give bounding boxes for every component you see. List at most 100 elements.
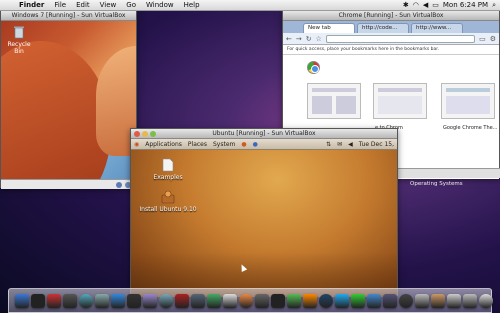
wallpaper-rock xyxy=(1,41,111,189)
reload-icon[interactable]: ↻ xyxy=(306,35,312,43)
photoshop-icon[interactable] xyxy=(319,293,333,308)
document-icon xyxy=(162,158,174,172)
close-icon[interactable] xyxy=(134,131,140,137)
timemachine-icon[interactable] xyxy=(207,293,221,308)
thumbnail-caption[interactable]: Google Chrome The... xyxy=(443,125,498,131)
chrome-tab-strip: New tab http://code... http://www... xyxy=(283,21,499,33)
wifi-icon[interactable]: ◠ xyxy=(413,1,419,9)
bookmark-star-icon[interactable]: ☆ xyxy=(316,35,322,43)
most-visited-thumbnail[interactable] xyxy=(307,83,361,119)
terminal-icon[interactable] xyxy=(271,293,285,308)
status-tray: ✱ ◠ ◀ ▭ Mon 6:24 PM ⌕ xyxy=(403,1,500,10)
menu-applications[interactable]: Applications xyxy=(142,141,185,148)
battery-icon[interactable]: ▭ xyxy=(432,1,439,9)
menu-file[interactable]: File xyxy=(49,1,71,9)
recycle-bin[interactable]: Recycle Bin xyxy=(5,25,33,55)
vlc-icon[interactable] xyxy=(303,293,317,308)
tab-new-tab[interactable]: New tab xyxy=(303,23,355,33)
virtualbox-icon[interactable] xyxy=(383,293,397,308)
ichat-icon[interactable] xyxy=(111,293,125,308)
windows7-title: Windows 7 [Running] - Sun VirtualBox xyxy=(11,12,126,19)
mac-dock xyxy=(8,288,493,313)
network-status-icon[interactable]: ⇅ xyxy=(323,141,334,148)
zoom-icon[interactable] xyxy=(150,131,156,137)
most-visited-thumbnail[interactable] xyxy=(441,83,495,119)
tab-code[interactable]: http://code... xyxy=(357,23,409,33)
spaces-icon[interactable] xyxy=(191,293,205,308)
windows7-title-bar[interactable]: Windows 7 [Running] - Sun VirtualBox xyxy=(1,11,136,21)
volume-status-icon[interactable]: ◀ xyxy=(345,141,356,148)
ubuntu-clock[interactable]: Tue Dec 15, xyxy=(356,141,397,148)
itunes-icon[interactable] xyxy=(159,293,173,308)
menu-system[interactable]: System xyxy=(210,141,238,148)
downloads-icon[interactable] xyxy=(447,293,461,308)
most-visited-thumbnail[interactable] xyxy=(373,83,427,119)
install-ubuntu-desktop-icon[interactable]: Install Ubuntu 9.10 xyxy=(137,190,199,213)
menu-window[interactable]: Window xyxy=(141,1,179,9)
gimp-icon[interactable] xyxy=(255,293,269,308)
installer-icon xyxy=(161,190,175,204)
ubuntu-title-bar[interactable]: Ubuntu [Running] - Sun VirtualBox xyxy=(131,129,397,139)
tab-www[interactable]: http://www... xyxy=(411,23,463,33)
skype-icon[interactable] xyxy=(335,293,349,308)
photos-icon[interactable] xyxy=(431,293,445,308)
network-icon[interactable] xyxy=(367,293,381,308)
lightroom-icon[interactable] xyxy=(127,293,141,308)
windows7-status-bar xyxy=(1,179,136,189)
trash-icon[interactable] xyxy=(479,293,493,308)
activity-icon[interactable] xyxy=(47,293,61,308)
dashboard-icon[interactable] xyxy=(31,293,45,308)
ubuntu-title: Ubuntu [Running] - Sun VirtualBox xyxy=(212,130,316,137)
ubuntu-screen[interactable]: Examples Install Ubuntu 9.10 xyxy=(131,150,397,297)
inspector-icon[interactable] xyxy=(415,293,429,308)
windows7-screen[interactable]: Recycle Bin xyxy=(1,21,136,189)
help-launcher-icon[interactable]: ● xyxy=(250,141,261,148)
menu-help[interactable]: Help xyxy=(179,1,205,9)
bookmarks-bar: For quick access, place your bookmarks h… xyxy=(283,45,499,55)
windows7-vm-window[interactable]: Windows 7 [Running] - Sun VirtualBox Rec… xyxy=(0,10,137,189)
finder-icon[interactable] xyxy=(15,293,29,308)
chat-icon[interactable] xyxy=(351,293,365,308)
chrome-vm-title-bar[interactable]: Chrome [Running] - Sun VirtualBox xyxy=(283,11,499,21)
omnibox[interactable] xyxy=(325,34,476,43)
firefox-icon[interactable] xyxy=(239,293,253,308)
mail-status-icon[interactable]: ✉ xyxy=(334,141,345,148)
clock-icon[interactable] xyxy=(63,293,77,308)
wrench-icon[interactable]: ⚙ xyxy=(490,35,496,43)
documents-icon[interactable] xyxy=(463,293,477,308)
firefox-launcher-icon[interactable]: ● xyxy=(238,141,249,148)
minimize-icon[interactable] xyxy=(142,131,148,137)
menu-edit[interactable]: Edit xyxy=(71,1,95,9)
back-icon[interactable]: ← xyxy=(286,35,292,43)
chrome-toolbar: ← → ↻ ☆ ▭ ⚙ xyxy=(283,33,499,45)
forward-icon[interactable]: → xyxy=(296,35,302,43)
chrome-vm-title: Chrome [Running] - Sun VirtualBox xyxy=(338,12,444,19)
ubuntu-logo-icon[interactable]: ◉ xyxy=(131,141,142,148)
evernote-icon[interactable] xyxy=(287,293,301,308)
safari-icon[interactable] xyxy=(79,293,93,308)
ical-icon[interactable] xyxy=(223,293,237,308)
ubuntu-vm-window[interactable]: Ubuntu [Running] - Sun VirtualBox ◉ Appl… xyxy=(130,128,398,297)
preview-icon[interactable] xyxy=(143,293,157,308)
bluetooth-icon[interactable]: ✱ xyxy=(403,1,409,9)
growl-icon[interactable] xyxy=(399,293,413,308)
examples-label: Examples xyxy=(153,174,183,181)
gnome-top-panel: ◉ Applications Places System ● ● ⇅ ✉ ◀ T… xyxy=(131,139,397,150)
vm-status-icon xyxy=(116,182,122,188)
mac-menu-bar: Finder File Edit View Go Window Help ✱ ◠… xyxy=(0,0,500,11)
examples-desktop-icon[interactable]: Examples xyxy=(145,158,191,181)
page-menu-icon[interactable]: ▭ xyxy=(479,35,486,43)
chrome-logo-icon xyxy=(307,61,320,74)
menu-finder[interactable]: Finder xyxy=(14,1,49,9)
operating-systems-label: Operating Systems xyxy=(410,181,463,187)
mail-icon[interactable] xyxy=(95,293,109,308)
chrome-vm-status-bar xyxy=(398,168,500,178)
menu-places[interactable]: Places xyxy=(185,141,210,148)
photobooth-icon[interactable] xyxy=(175,293,189,308)
menu-view[interactable]: View xyxy=(95,1,122,9)
menu-clock[interactable]: Mon 6:24 PM xyxy=(443,1,488,9)
menu-go[interactable]: Go xyxy=(121,1,141,9)
spotlight-icon[interactable]: ⌕ xyxy=(492,1,496,10)
volume-icon[interactable]: ◀ xyxy=(423,1,428,9)
recycle-bin-label: Recycle Bin xyxy=(7,41,31,55)
